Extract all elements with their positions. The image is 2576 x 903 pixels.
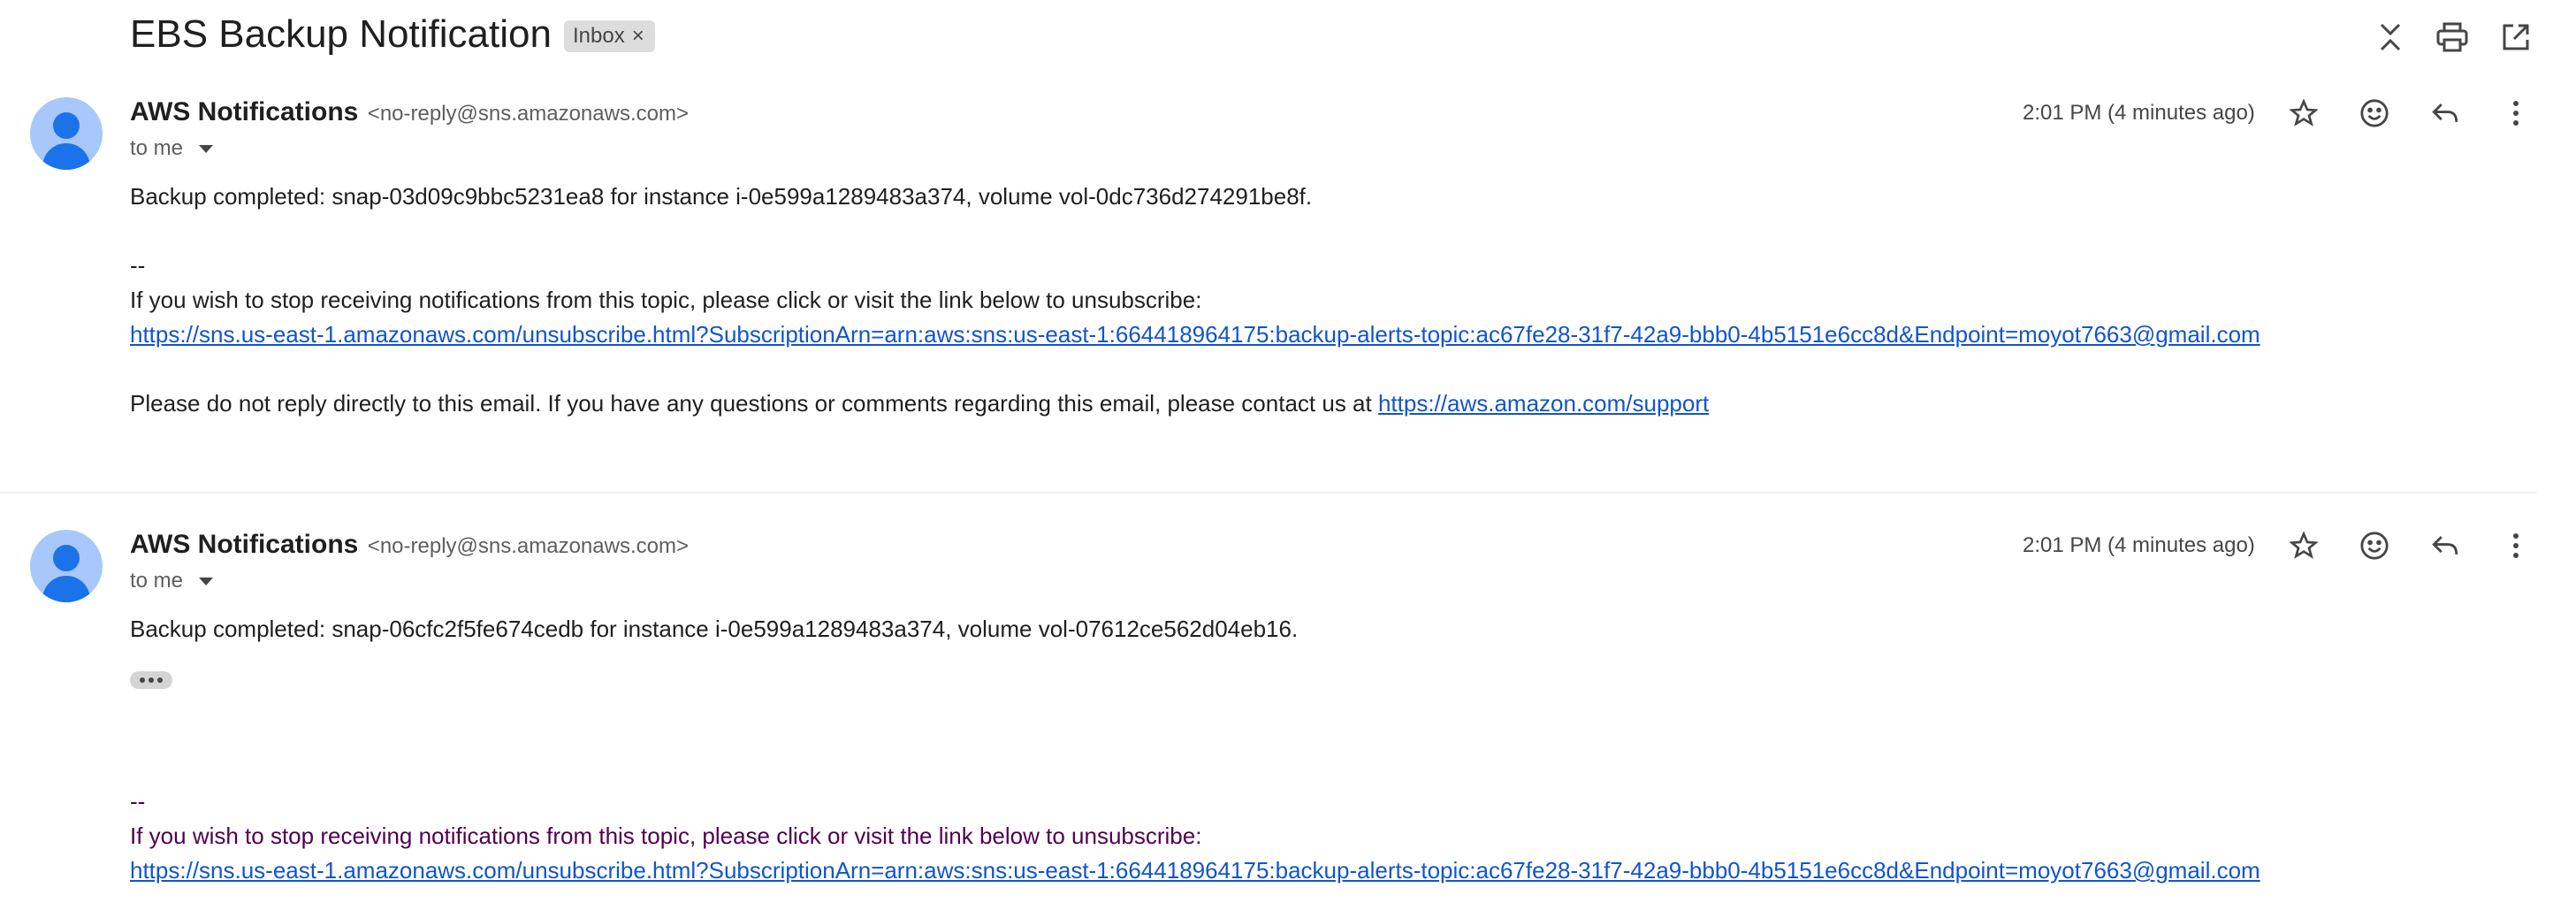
support-link[interactable]: https://aws.amazon.com/support <box>1378 390 1709 417</box>
sender-info: AWS Notifications <no-reply@sns.amazonaw… <box>130 530 689 560</box>
reply-icon[interactable] <box>2424 524 2466 567</box>
star-icon[interactable] <box>2283 524 2325 567</box>
inbox-label-chip[interactable]: Inbox × <box>564 20 655 52</box>
scrollbar-track[interactable] <box>2537 0 2576 903</box>
unsubscribe-link[interactable]: https://sns.us-east-1.amazonaws.com/unsu… <box>130 857 2260 884</box>
recipient-text: to me <box>130 136 184 160</box>
sender-email: <no-reply@sns.amazonaws.com> <box>367 534 689 558</box>
message-body-summary: Backup completed: snap-03d09c9bbc5231ea8… <box>130 183 1313 210</box>
unsubscribe-link[interactable]: https://sns.us-east-1.amazonaws.com/unsu… <box>130 321 2260 348</box>
message-item: AWS Notifications <no-reply@sns.amazonaw… <box>0 517 2537 903</box>
signature-separator: -- <box>130 788 146 815</box>
label-chip-text: Inbox <box>573 24 625 48</box>
emoji-reaction-icon[interactable] <box>2353 524 2396 567</box>
sender-name[interactable]: AWS Notifications <box>130 530 358 559</box>
unsubscribe-link-line: https://sns.us-east-1.amazonaws.com/unsu… <box>130 853 2260 888</box>
message-timestamp: 2:01 PM (4 minutes ago) <box>2023 101 2255 125</box>
unsubscribe-link-line: https://sns.us-east-1.amazonaws.com/unsu… <box>130 318 2260 352</box>
reply-icon[interactable] <box>2424 92 2466 134</box>
sender-avatar[interactable] <box>30 97 103 170</box>
thread-subject: EBS Backup Notification <box>130 12 552 56</box>
message-divider <box>0 492 2537 494</box>
emoji-reaction-icon[interactable] <box>2353 92 2396 134</box>
print-icon[interactable] <box>2433 18 2472 57</box>
chevron-down-icon <box>199 144 214 153</box>
sender-info: AWS Notifications <no-reply@sns.amazonaw… <box>130 97 689 127</box>
chevron-down-icon <box>199 577 214 585</box>
message-timestamp: 2:01 PM (4 minutes ago) <box>2023 533 2255 557</box>
recipient-details-toggle[interactable]: to me <box>130 569 214 593</box>
remove-label-icon[interactable]: × <box>632 24 644 49</box>
sender-name[interactable]: AWS Notifications <box>130 97 358 126</box>
message-body-summary: Backup completed: snap-06cfc2f5fe674cedb… <box>130 616 1299 642</box>
sender-avatar[interactable] <box>30 530 103 602</box>
collapse-all-icon[interactable] <box>2371 18 2410 57</box>
noreply-text: Please do not reply directly to this ema… <box>130 390 1378 417</box>
open-in-new-window-icon[interactable] <box>2496 18 2535 57</box>
thread-header: EBS Backup Notification Inbox × <box>0 0 2576 74</box>
recipient-text: to me <box>130 569 184 593</box>
signature-separator: -- <box>130 252 146 279</box>
unsubscribe-instructions: If you wish to stop receiving notificati… <box>130 287 1202 313</box>
star-icon[interactable] <box>2283 92 2325 134</box>
noreply-notice: Please do not reply directly to this ema… <box>130 386 1709 421</box>
more-options-icon[interactable] <box>2495 92 2537 134</box>
more-options-icon[interactable] <box>2495 524 2537 567</box>
unsubscribe-instructions: If you wish to stop receiving notificati… <box>130 823 1202 849</box>
recipient-details-toggle[interactable]: to me <box>130 136 214 161</box>
message-item: AWS Notifications <no-reply@sns.amazonaw… <box>0 85 2537 492</box>
show-trimmed-content-button[interactable] <box>130 671 172 689</box>
sender-email: <no-reply@sns.amazonaws.com> <box>367 102 689 126</box>
